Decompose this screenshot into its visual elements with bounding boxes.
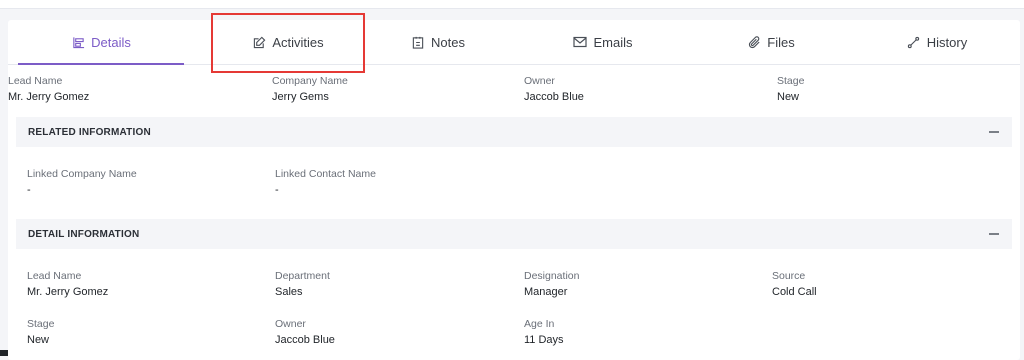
top-bar — [0, 0, 1024, 9]
detail-source: Source Cold Call — [772, 270, 817, 298]
collapse-icon[interactable] — [986, 124, 1002, 140]
field-value: Sales — [275, 286, 303, 298]
edit-icon — [252, 35, 266, 49]
field-value: - — [275, 184, 279, 196]
field-value: Jerry Gems — [272, 91, 329, 103]
paperclip-icon — [747, 35, 761, 49]
field-label: Age In — [524, 318, 555, 330]
section-title: DETAIL INFORMATION — [28, 228, 140, 240]
field-value: Manager — [524, 286, 568, 298]
tab-notes[interactable]: Notes — [358, 20, 518, 64]
tab-details[interactable]: Details — [18, 20, 184, 65]
tab-history[interactable]: History — [854, 20, 1020, 64]
field-value: Jaccob Blue — [524, 91, 584, 103]
tab-emails-label: Emails — [593, 34, 633, 50]
related-information-header[interactable]: RELATED INFORMATION — [16, 117, 1012, 147]
history-icon — [907, 35, 921, 49]
tab-files[interactable]: Files — [688, 20, 854, 64]
field-label: Linked Company Name — [27, 168, 137, 180]
field-label: Department — [275, 270, 330, 282]
detail-owner: Owner Jaccob Blue — [275, 318, 335, 346]
field-label: Stage — [777, 75, 805, 87]
tab-details-label: Details — [91, 34, 131, 50]
tab-emails[interactable]: Emails — [520, 20, 686, 64]
detail-stage: Stage New — [27, 318, 54, 346]
field-label: Designation — [524, 270, 580, 282]
summary-lead-name: Lead Name Mr. Jerry Gomez — [8, 75, 89, 103]
field-value: Cold Call — [772, 286, 817, 298]
tab-notes-label: Notes — [431, 34, 465, 50]
field-label: Lead Name — [27, 270, 82, 282]
linked-company-name: Linked Company Name - — [27, 168, 137, 196]
corner-mark — [0, 350, 8, 356]
field-label: Stage — [27, 318, 55, 330]
summary-stage: Stage New — [777, 75, 804, 103]
detail-lead-name: Lead Name Mr. Jerry Gomez — [27, 270, 108, 298]
detail-information-header[interactable]: DETAIL INFORMATION — [16, 219, 1012, 249]
detail-department: Department Sales — [275, 270, 330, 298]
field-value: Jaccob Blue — [275, 334, 335, 346]
section-title: RELATED INFORMATION — [28, 126, 151, 138]
details-icon — [71, 35, 85, 49]
field-value: Mr. Jerry Gomez — [8, 91, 90, 103]
lead-detail-card: Details Activities Notes Emails Files Hi… — [8, 13, 1020, 360]
tab-files-label: Files — [767, 34, 795, 50]
detail-age-in: Age In 11 Days — [524, 318, 564, 346]
field-value: Mr. Jerry Gomez — [27, 286, 109, 298]
tab-history-label: History — [926, 34, 968, 50]
field-label: Source — [772, 270, 806, 282]
field-label: Company Name — [272, 75, 348, 87]
tab-activities-label: Activities — [272, 34, 324, 50]
notes-icon — [411, 35, 425, 49]
field-label: Owner — [275, 318, 306, 330]
summary-owner: Owner Jaccob Blue — [524, 75, 584, 103]
mail-icon — [573, 35, 588, 49]
field-value: - — [27, 184, 31, 196]
detail-designation: Designation Manager — [524, 270, 579, 298]
collapse-icon[interactable] — [986, 226, 1002, 242]
field-value: 11 Days — [524, 334, 564, 346]
field-value: New — [777, 91, 800, 103]
field-value: New — [27, 334, 50, 346]
field-label: Lead Name — [8, 75, 63, 87]
tab-activities[interactable]: Activities — [211, 20, 365, 64]
linked-contact-name: Linked Contact Name - — [275, 168, 376, 196]
field-label: Linked Contact Name — [275, 168, 376, 180]
field-label: Owner — [524, 75, 555, 87]
summary-company-name: Company Name Jerry Gems — [272, 75, 348, 103]
tab-bar: Details Activities Notes Emails Files Hi… — [8, 13, 1020, 73]
